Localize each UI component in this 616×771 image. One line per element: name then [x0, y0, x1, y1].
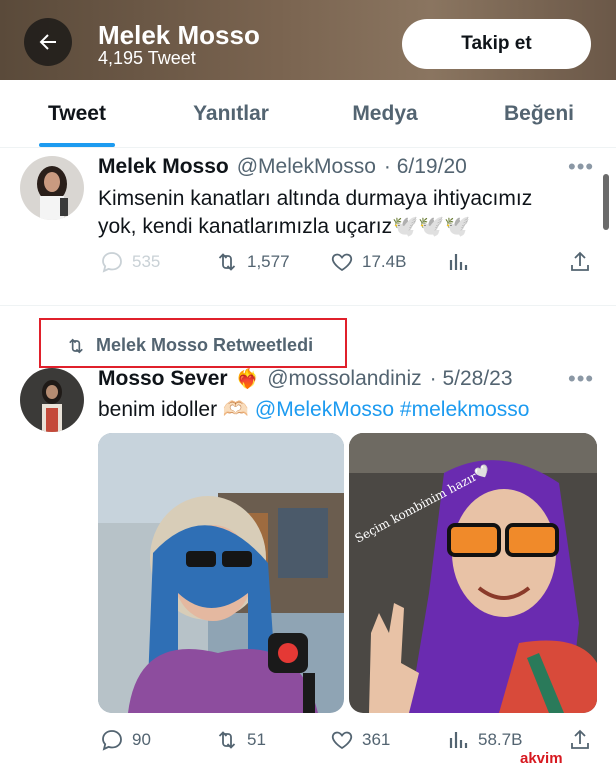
heart-icon — [331, 731, 353, 750]
reply-count: 535 — [132, 252, 161, 271]
share-icon — [571, 729, 589, 749]
header-profile-name: Melek Mosso — [98, 20, 260, 50]
analytics-icon — [449, 732, 468, 748]
tweet-divider — [0, 305, 616, 306]
share-button[interactable] — [568, 250, 592, 274]
author-name[interactable]: Mosso Sever — [98, 367, 228, 391]
like-count: 361 — [362, 730, 391, 749]
tweet-image-2[interactable]: Seçim kombinim hazır🤍 — [349, 433, 597, 713]
tab-likes[interactable]: Beğeni — [462, 80, 616, 147]
avatar[interactable] — [20, 156, 84, 220]
like-button[interactable]: 17.4B — [330, 250, 406, 274]
profile-header: Melek Mosso 4,195 Tweet Takip et — [0, 0, 616, 80]
profile-tabs: Tweet Yanıtlar Medya Beğeni — [0, 80, 616, 148]
share-icon — [571, 251, 589, 271]
like-count: 17.4B — [362, 252, 407, 271]
watermark-logo: akvim — [520, 750, 563, 767]
header-tweet-count: 4,195 Tweet — [98, 48, 196, 68]
view-count: 58.7B — [478, 730, 523, 749]
avatar[interactable] — [20, 368, 84, 432]
reply-icon — [102, 252, 122, 273]
retweet-button[interactable]: 1,577 — [215, 250, 290, 274]
tweet-text: benim idoller 🫶🏻 @MelekMosso #melekmosso — [98, 396, 529, 424]
heart-icon — [331, 253, 353, 272]
follow-button[interactable]: Takip et — [402, 19, 591, 69]
tweet-text-line-1: Kimsenin kanatları altında durmaya ihtiy… — [98, 187, 533, 210]
author-emoji: ❤️‍🔥 — [235, 369, 260, 390]
tweet-date[interactable]: · 6/19/20 — [384, 155, 467, 179]
retweet-context[interactable]: Melek Mosso Retweetledi — [66, 335, 313, 356]
retweet-icon — [69, 338, 83, 353]
views-button[interactable] — [446, 250, 470, 274]
back-button[interactable] — [24, 18, 72, 66]
author-handle[interactable]: @MelekMosso — [237, 155, 376, 179]
more-options-icon[interactable]: ••• — [568, 366, 594, 392]
reply-count: 90 — [132, 730, 151, 749]
scrollbar[interactable] — [603, 174, 609, 230]
tweet-date[interactable]: · 5/28/23 — [430, 367, 513, 391]
retweet-button[interactable]: 51 — [215, 728, 266, 752]
retweet-icon — [218, 731, 236, 749]
retweet-icon — [218, 253, 236, 271]
views-button[interactable]: 58.7B — [446, 728, 522, 752]
reply-button[interactable]: 535 — [100, 250, 160, 274]
tab-tweets[interactable]: Tweet — [0, 80, 154, 147]
mention-link[interactable]: @MelekMosso — [255, 398, 394, 421]
tab-media[interactable]: Medya — [308, 80, 462, 147]
retweet-count: 51 — [247, 730, 266, 749]
author-handle[interactable]: @mossolandiniz — [267, 367, 421, 391]
author-name[interactable]: Melek Mosso — [98, 155, 229, 179]
like-button[interactable]: 361 — [330, 728, 390, 752]
tweet-text-line-2: yok, kendi kanatlarımızla uçarız🕊️🕊️🕊️ — [98, 215, 471, 238]
tweet-text-plain: benim idoller 🫶🏻 — [98, 398, 250, 421]
arrow-left-icon — [39, 34, 56, 50]
retweeted-by-label: Melek Mosso Retweetledi — [96, 335, 314, 355]
hashtag-link[interactable]: #melekmosso — [400, 398, 530, 421]
tab-replies[interactable]: Yanıtlar — [154, 80, 308, 147]
more-options-icon[interactable]: ••• — [568, 154, 594, 180]
retweet-count: 1,577 — [247, 252, 290, 271]
reply-button[interactable]: 90 — [100, 728, 151, 752]
reply-icon — [102, 730, 122, 751]
share-button[interactable] — [568, 728, 592, 752]
tweet-image-1[interactable] — [98, 433, 344, 713]
analytics-icon — [449, 254, 468, 270]
